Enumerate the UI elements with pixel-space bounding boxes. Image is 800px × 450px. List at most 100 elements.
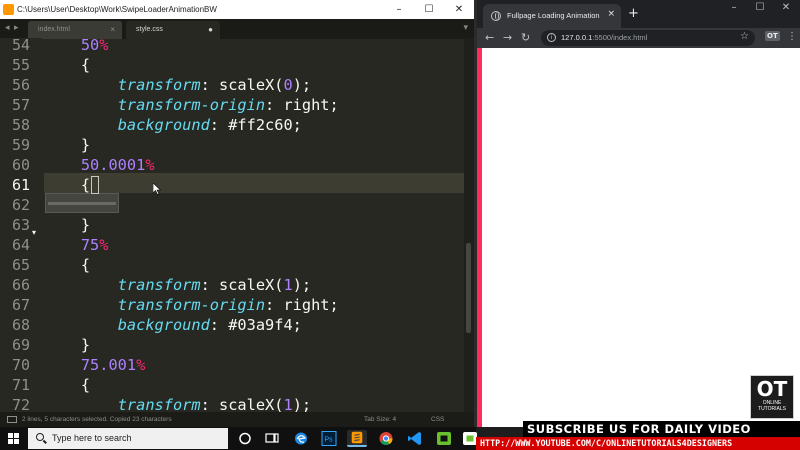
- address-bar[interactable]: i 127.0.0.1:5500/index.html ☆: [541, 30, 755, 46]
- windows-start-icon[interactable]: [8, 433, 19, 444]
- code-line[interactable]: {: [44, 375, 90, 395]
- tab-style-css[interactable]: style.css ●: [126, 21, 220, 39]
- photoshop-icon[interactable]: Ps: [319, 430, 339, 447]
- line-number: 60: [11, 156, 30, 174]
- code-line[interactable]: {: [44, 255, 90, 275]
- editor-scrollbar[interactable]: [464, 38, 474, 412]
- line-number: 64: [11, 236, 30, 254]
- new-tab-button[interactable]: +: [628, 6, 639, 21]
- search-icon: [36, 433, 44, 441]
- code-line[interactable]: }: [44, 335, 90, 355]
- channel-url-banner: HTTP://WWW.YOUTUBE.COM/C/ONLINETUTORIALS…: [476, 437, 800, 450]
- browser-tab-close-icon[interactable]: ×: [607, 9, 615, 19]
- fold-arrow-icon[interactable]: ▾: [32, 228, 36, 237]
- tab-prev-arrow-icon[interactable]: ◂: [5, 23, 10, 33]
- reload-icon[interactable]: ↻: [521, 31, 530, 44]
- code-area[interactable]: 50% { transform: scaleX(0); transform-or…: [44, 38, 464, 412]
- cortana-icon[interactable]: [235, 430, 255, 447]
- chrome-browser-window: Fullpage Loading Animation × + – ☐ ✕ ← →…: [474, 0, 800, 427]
- close-button[interactable]: ✕: [444, 0, 474, 19]
- line-number: 67: [11, 296, 30, 314]
- browser-maximize-button[interactable]: ☐: [747, 2, 773, 18]
- bookmark-star-icon[interactable]: ☆: [740, 31, 749, 42]
- edge-icon[interactable]: [291, 430, 311, 447]
- panel-toggle-icon[interactable]: [7, 416, 17, 423]
- tab-list-chevron-icon[interactable]: ▾: [463, 23, 468, 33]
- autocomplete-popup[interactable]: [45, 193, 119, 213]
- browser-tab[interactable]: Fullpage Loading Animation ×: [483, 4, 621, 28]
- subscribe-banner: SUBSCRIBE US FOR DAILY VIDEO: [523, 421, 800, 437]
- code-line[interactable]: transform: scaleX(0);: [44, 75, 311, 95]
- taskbar-search-box[interactable]: Type here to search: [28, 428, 228, 449]
- line-number-gutter: ▾ 54 55 56 57 58 59 60 61 62 63 64 65 66 67 68 69 70 71 72: [0, 36, 42, 414]
- sublime-text-icon[interactable]: [347, 430, 367, 447]
- mouse-pointer-icon: [153, 183, 161, 195]
- camtasia-icon[interactable]: [434, 430, 454, 447]
- task-view-icon[interactable]: [262, 430, 282, 447]
- address-url[interactable]: 127.0.0.1:5500/index.html: [561, 33, 647, 42]
- code-line[interactable]: 50.0001%: [44, 155, 155, 175]
- back-arrow-icon[interactable]: ←: [485, 31, 494, 44]
- code-line[interactable]: 50%: [44, 38, 109, 55]
- code-line[interactable]: transform-origin: right;: [44, 295, 339, 315]
- line-number: 62: [11, 196, 30, 214]
- code-line[interactable]: background: #ff2c60;: [44, 115, 302, 135]
- line-number: 59: [11, 136, 30, 154]
- code-line[interactable]: {: [44, 55, 90, 75]
- line-number: 65: [11, 256, 30, 274]
- line-number: 56: [11, 76, 30, 94]
- code-line[interactable]: transform: scaleX(1);: [44, 395, 311, 412]
- text-cursor: [91, 176, 100, 194]
- code-line[interactable]: background: #03a9f4;: [44, 315, 302, 335]
- syntax-indicator[interactable]: CSS: [431, 416, 444, 423]
- more-menu-icon[interactable]: ⋮: [787, 31, 797, 42]
- editor-title-bar: C:\Users\User\Desktop\Work\SwipeLoaderAn…: [0, 0, 474, 19]
- scrollbar-thumb[interactable]: [466, 243, 471, 333]
- line-number: 71: [11, 376, 30, 394]
- logo-line-2: TUTORIALS: [758, 406, 786, 412]
- line-number: 61: [11, 176, 30, 194]
- code-line[interactable]: 75%: [44, 235, 109, 255]
- forward-arrow-icon[interactable]: →: [503, 31, 512, 44]
- ot-extension-icon[interactable]: OT: [765, 31, 780, 41]
- svg-text:Ps: Ps: [325, 437, 334, 444]
- minimize-button[interactable]: –: [384, 0, 414, 19]
- code-line[interactable]: }: [44, 215, 90, 235]
- selection-status: 2 lines, 5 characters selected. Copied 2…: [22, 416, 172, 423]
- site-info-icon[interactable]: i: [547, 33, 556, 42]
- code-line[interactable]: transform-origin: right;: [44, 95, 339, 115]
- tab-label: index.html: [38, 26, 70, 33]
- code-line[interactable]: }: [44, 135, 90, 155]
- current-line-highlight: [44, 173, 464, 193]
- vscode-icon[interactable]: [405, 430, 425, 447]
- browser-tab-strip: Fullpage Loading Animation × + – ☐ ✕: [477, 0, 800, 28]
- editor-window-title: C:\Users\User\Desktop\Work\SwipeLoaderAn…: [17, 5, 217, 14]
- search-placeholder: Type here to search: [52, 433, 132, 443]
- online-tutorials-logo: OT ONLINE TUTORIALS: [750, 375, 794, 419]
- sublime-editor-window: C:\Users\User\Desktop\Work\SwipeLoaderAn…: [0, 0, 474, 427]
- code-line[interactable]: transform: scaleX(1);: [44, 275, 311, 295]
- browser-close-button[interactable]: ✕: [773, 2, 799, 18]
- tab-size-indicator[interactable]: Tab Size: 4: [364, 416, 396, 423]
- line-number: 54: [11, 36, 30, 54]
- tab-label: style.css: [136, 26, 163, 33]
- unsaved-dot-icon[interactable]: ●: [208, 25, 213, 34]
- logo-mark: OT: [756, 377, 788, 401]
- line-number: 68: [11, 316, 30, 334]
- windows-taskbar: Type here to search Ps: [0, 427, 477, 450]
- code-line[interactable]: {: [44, 175, 100, 195]
- browser-minimize-button[interactable]: –: [721, 2, 747, 18]
- globe-icon: [491, 11, 501, 21]
- line-number: 55: [11, 56, 30, 74]
- code-line[interactable]: 75.001%: [44, 355, 145, 375]
- chrome-icon[interactable]: [376, 430, 396, 447]
- line-number: 57: [11, 96, 30, 114]
- browser-toolbar: ← → ↻ i 127.0.0.1:5500/index.html ☆ OT ⋮: [477, 28, 800, 48]
- tab-close-icon[interactable]: ×: [110, 25, 115, 34]
- maximize-button[interactable]: ☐: [414, 0, 444, 19]
- tab-next-arrow-icon[interactable]: ▸: [14, 23, 19, 33]
- browser-tab-title: Fullpage Loading Animation: [507, 11, 600, 20]
- loader-bar: [477, 48, 482, 427]
- tab-index-html[interactable]: index.html ×: [28, 21, 122, 39]
- editor-status-bar: 2 lines, 5 characters selected. Copied 2…: [0, 412, 474, 427]
